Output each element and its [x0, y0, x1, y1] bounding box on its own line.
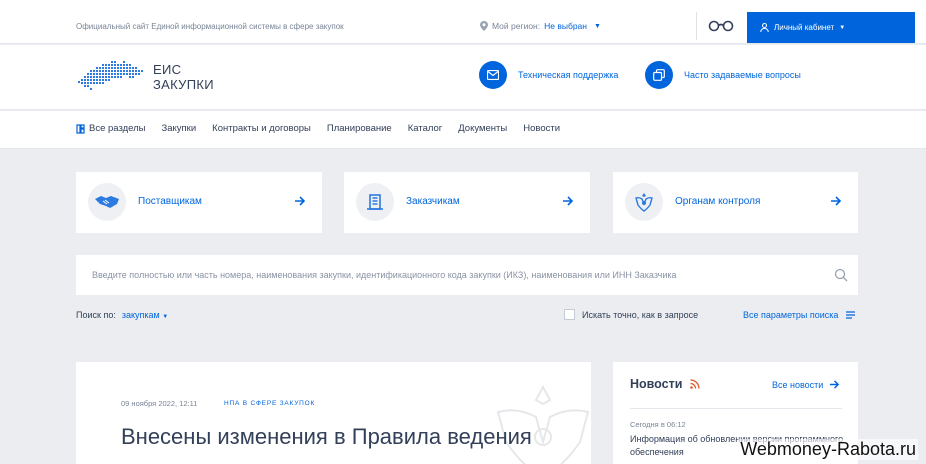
search-box: [76, 255, 858, 295]
exact-match-label: Искать точно, как в запросе: [582, 309, 699, 320]
nav-label: Каталог: [407, 123, 443, 134]
nav-label: Новости: [523, 123, 561, 134]
card-label: Органам контроля: [675, 196, 761, 207]
nav-item-news[interactable]: Новости: [523, 123, 560, 134]
nav-label: Все разделы: [89, 123, 146, 134]
handshake-icon: [88, 183, 126, 221]
faq-icon: [645, 61, 673, 89]
nav-item-purchases[interactable]: Закупки: [162, 123, 197, 134]
building-icon: [356, 183, 394, 221]
nav-label: Контракты и договоры: [212, 123, 311, 134]
chevron-down-icon: ▼: [162, 314, 169, 320]
main-nav: Все разделы Закупки Контракты и договоры…: [0, 111, 926, 149]
arrow-right-icon: [563, 196, 574, 206]
news-heading-text: Новости: [630, 377, 683, 391]
sections-icon: [76, 123, 85, 134]
card-label: Поставщикам: [138, 196, 202, 207]
cabinet-label: Личный кабинет: [774, 23, 835, 32]
search-icon[interactable]: [834, 268, 848, 282]
card-label: Заказчикам: [406, 196, 460, 207]
header: ЕИС ЗАКУПКИ Техническая поддержка Часто …: [0, 45, 926, 110]
nav-label: Закупки: [161, 123, 197, 134]
rss-icon[interactable]: [690, 379, 701, 389]
nav-label: Документы: [458, 123, 508, 134]
nav-item-catalog[interactable]: Каталог: [408, 123, 443, 134]
card-suppliers[interactable]: Поставщикам: [76, 172, 322, 233]
nav-item-planning[interactable]: Планирование: [327, 123, 392, 134]
user-icon: [760, 23, 769, 32]
chevron-down-icon: ▼: [839, 24, 846, 31]
article-date: 09 ноября 2022, 12:11: [121, 399, 198, 408]
personal-cabinet-button[interactable]: Личный кабинет ▼: [747, 12, 915, 43]
featured-article[interactable]: 09 ноября 2022, 12:11 НПА в сфере закупо…: [76, 362, 591, 464]
logo-line1: ЕИС: [153, 62, 182, 77]
divider: [630, 408, 842, 409]
card-customers[interactable]: Заказчикам: [344, 172, 590, 233]
watermark-text: Webmoney-Rabota.ru: [738, 439, 918, 460]
search-by-label: Поиск по:: [76, 310, 116, 320]
faq-label: Часто задаваемые вопросы: [684, 70, 801, 80]
exact-match-checkbox[interactable]: [564, 309, 575, 320]
search-by-value: закупкам: [121, 310, 160, 320]
emblem-icon: [625, 183, 663, 221]
logo-line2: ЗАКУПКИ: [153, 77, 214, 92]
filter-lines-icon: [846, 311, 856, 319]
all-search-params-link[interactable]: Все параметры поиска: [743, 310, 856, 320]
support-label: Техническая поддержка: [518, 70, 619, 80]
exact-match-option[interactable]: Искать точно, как в запросе: [564, 309, 698, 320]
nav-item-contracts[interactable]: Контракты и договоры: [212, 123, 311, 134]
site-title: Официальный сайт Единой информационной с…: [76, 22, 344, 31]
news-item-time: Сегодня в 06:12: [630, 420, 686, 429]
card-control-bodies[interactable]: Органам контроля: [613, 172, 858, 233]
mail-icon: [479, 61, 507, 89]
nav-item-all-sections[interactable]: Все разделы: [76, 123, 146, 134]
search-by: Поиск по: закупкам ▼: [76, 310, 168, 320]
nav-item-documents[interactable]: Документы: [458, 123, 507, 134]
all-news-label: Все новости: [772, 379, 824, 390]
region-selector[interactable]: Мой регион: Не выбран ▼: [480, 21, 601, 31]
top-bar: Официальный сайт Единой информационной с…: [0, 0, 926, 44]
arrow-right-icon: [295, 196, 306, 206]
region-label: Мой регион:: [492, 21, 541, 31]
arrow-right-icon: [831, 196, 842, 206]
glasses-icon[interactable]: [708, 18, 734, 32]
search-input[interactable]: [76, 255, 858, 295]
article-tag[interactable]: НПА в сфере закупок: [224, 400, 315, 407]
logo-text[interactable]: ЕИС ЗАКУПКИ: [153, 62, 214, 92]
emblem-watermark-icon: [496, 384, 590, 464]
search-by-dropdown[interactable]: закупкам ▼: [122, 310, 168, 320]
article-title[interactable]: Внесены изменения в Правила ведения: [121, 424, 532, 450]
all-params-label: Все параметры поиска: [743, 310, 839, 320]
arrow-right-icon: [830, 380, 840, 389]
region-value[interactable]: Не выбран: [544, 21, 587, 31]
divider: [696, 12, 697, 40]
location-pin-icon: [480, 21, 488, 31]
nav-label: Планирование: [326, 123, 392, 134]
chevron-down-icon: ▼: [593, 22, 601, 30]
russia-map-logo[interactable]: [76, 59, 146, 93]
faq-link[interactable]: Часто задаваемые вопросы: [645, 61, 801, 89]
all-news-link[interactable]: Все новости: [772, 379, 840, 390]
news-heading: Новости: [630, 377, 701, 391]
support-link[interactable]: Техническая поддержка: [479, 61, 618, 89]
